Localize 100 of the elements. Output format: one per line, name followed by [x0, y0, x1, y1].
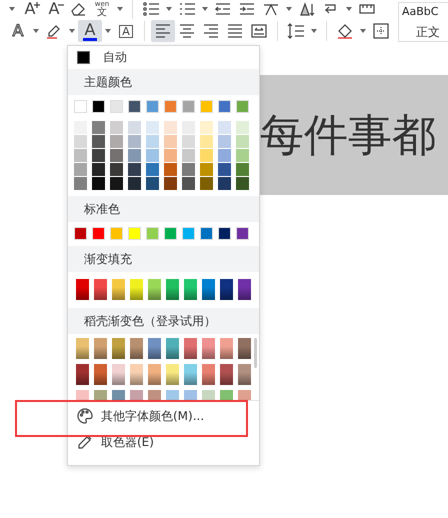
color-swatch[interactable]	[92, 227, 105, 240]
gradient-swatch[interactable]	[112, 364, 125, 385]
color-swatch[interactable]	[200, 121, 213, 134]
color-swatch[interactable]	[110, 177, 123, 190]
color-swatch[interactable]	[164, 177, 177, 190]
gradient-swatch[interactable]	[238, 364, 251, 385]
color-swatch[interactable]	[128, 177, 141, 190]
gradient-swatch[interactable]	[166, 338, 179, 359]
color-swatch[interactable]	[92, 100, 105, 113]
font-color-button[interactable]: A	[78, 20, 102, 42]
color-swatch[interactable]	[182, 149, 195, 162]
color-swatch[interactable]	[218, 149, 231, 162]
color-swatch[interactable]	[236, 163, 249, 176]
color-swatch[interactable]	[92, 149, 105, 162]
color-swatch[interactable]	[200, 100, 213, 113]
color-swatch[interactable]	[110, 227, 123, 240]
scrollbar[interactable]	[254, 338, 257, 368]
color-swatch[interactable]	[146, 177, 159, 190]
gradient-swatch[interactable]	[220, 338, 233, 359]
gradient-swatch[interactable]	[94, 338, 107, 359]
gradient-swatch[interactable]	[148, 338, 161, 359]
gradient-swatch[interactable]	[220, 364, 233, 385]
color-swatch[interactable]	[74, 121, 87, 134]
color-swatch[interactable]	[146, 227, 159, 240]
color-swatch[interactable]	[128, 149, 141, 162]
color-swatch[interactable]	[236, 121, 249, 134]
style-gallery[interactable]: AaBbC 正文	[398, 2, 448, 42]
color-swatch[interactable]	[182, 177, 195, 190]
color-swatch[interactable]	[74, 163, 87, 176]
gradient-swatch[interactable]	[166, 279, 179, 300]
color-swatch[interactable]	[146, 163, 159, 176]
color-swatch[interactable]	[146, 135, 159, 148]
menu-item[interactable]: 其他字体颜色(M)...	[68, 403, 259, 429]
gradient-swatch[interactable]	[202, 338, 215, 359]
color-swatch[interactable]	[110, 135, 123, 148]
gradient-swatch[interactable]	[184, 338, 197, 359]
color-swatch[interactable]	[110, 121, 123, 134]
color-swatch[interactable]	[164, 227, 177, 240]
gradient-swatch[interactable]	[130, 279, 143, 300]
color-swatch[interactable]	[146, 100, 159, 113]
gradient-swatch[interactable]	[202, 364, 215, 385]
color-swatch[interactable]	[218, 121, 231, 134]
character-border-button[interactable]: A	[114, 20, 138, 42]
color-swatch[interactable]	[182, 227, 195, 240]
text-effect-button[interactable]: A	[6, 20, 30, 42]
color-swatch[interactable]	[74, 177, 87, 190]
gradient-swatch[interactable]	[184, 279, 197, 300]
color-swatch[interactable]	[92, 177, 105, 190]
color-swatch[interactable]	[236, 227, 249, 240]
gradient-swatch[interactable]	[112, 279, 125, 300]
align-left-icon[interactable]	[151, 20, 175, 42]
color-swatch[interactable]	[182, 100, 195, 113]
color-swatch[interactable]	[146, 149, 159, 162]
shrink-font-button[interactable]: A	[42, 0, 66, 18]
color-swatch[interactable]	[74, 135, 87, 148]
gradient-swatch[interactable]	[76, 279, 89, 300]
gradient-swatch[interactable]	[184, 364, 197, 385]
color-swatch[interactable]	[236, 135, 249, 148]
color-swatch[interactable]	[200, 227, 213, 240]
color-swatch[interactable]	[182, 121, 195, 134]
color-swatch[interactable]	[218, 163, 231, 176]
color-swatch[interactable]	[164, 163, 177, 176]
color-swatch[interactable]	[128, 163, 141, 176]
gradient-swatch[interactable]	[220, 279, 233, 300]
gradient-swatch[interactable]	[76, 364, 89, 385]
color-swatch[interactable]	[164, 100, 177, 113]
color-swatch[interactable]	[200, 135, 213, 148]
color-swatch[interactable]	[128, 100, 141, 113]
color-swatch[interactable]	[218, 227, 231, 240]
color-swatch[interactable]	[218, 177, 231, 190]
gradient-swatch[interactable]	[112, 338, 125, 359]
gradient-swatch[interactable]	[166, 364, 179, 385]
color-swatch[interactable]	[110, 100, 123, 113]
gradient-swatch[interactable]	[148, 279, 161, 300]
color-swatch[interactable]	[218, 135, 231, 148]
color-swatch[interactable]	[236, 177, 249, 190]
color-swatch[interactable]	[182, 135, 195, 148]
gradient-swatch[interactable]	[202, 279, 215, 300]
automatic-option[interactable]: 自动	[68, 46, 259, 68]
color-swatch[interactable]	[236, 100, 249, 113]
color-swatch[interactable]	[92, 163, 105, 176]
color-swatch[interactable]	[74, 149, 87, 162]
color-swatch[interactable]	[164, 149, 177, 162]
color-swatch[interactable]	[164, 135, 177, 148]
color-swatch[interactable]	[218, 100, 231, 113]
gradient-swatch[interactable]	[76, 338, 89, 359]
color-swatch[interactable]	[74, 227, 87, 240]
gradient-swatch[interactable]	[238, 338, 251, 359]
color-swatch[interactable]	[110, 163, 123, 176]
color-swatch[interactable]	[200, 149, 213, 162]
color-swatch[interactable]	[164, 121, 177, 134]
color-swatch[interactable]	[236, 149, 249, 162]
color-swatch[interactable]	[128, 227, 141, 240]
gradient-swatch[interactable]	[130, 364, 143, 385]
grow-font-button[interactable]: A	[18, 0, 42, 18]
color-swatch[interactable]	[182, 163, 195, 176]
color-swatch[interactable]	[74, 100, 87, 113]
gradient-swatch[interactable]	[238, 279, 251, 300]
color-swatch[interactable]	[200, 177, 213, 190]
color-swatch[interactable]	[200, 163, 213, 176]
